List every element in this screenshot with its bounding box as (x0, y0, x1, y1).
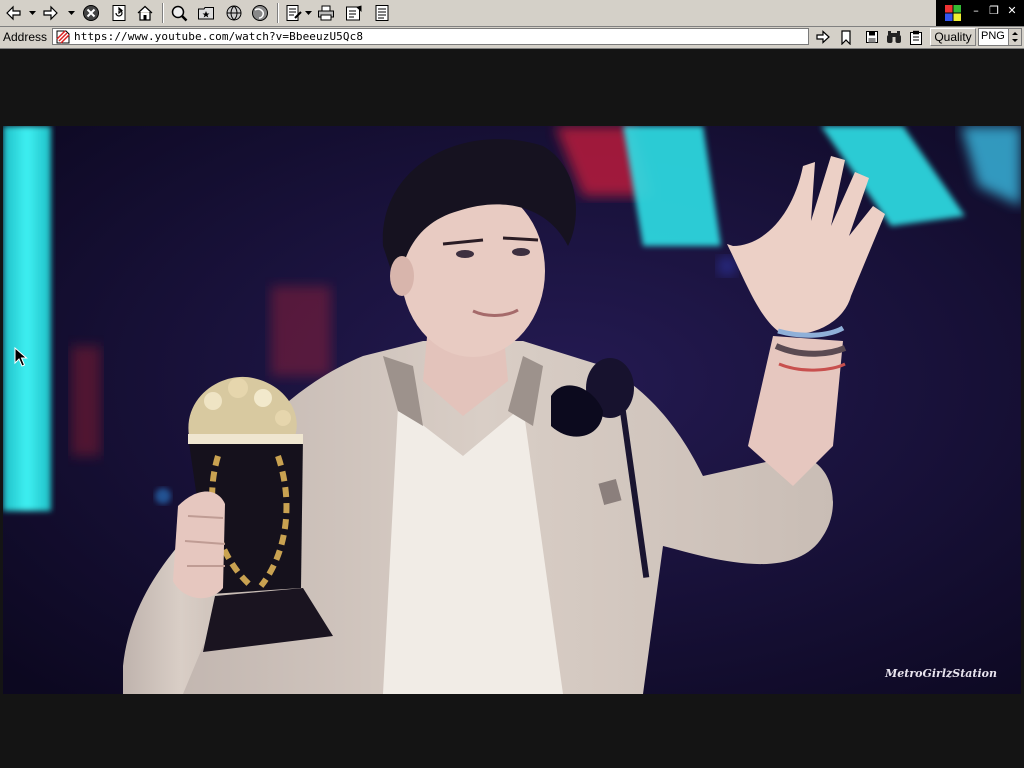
home-button[interactable] (134, 2, 156, 24)
channels-globe-icon (252, 5, 268, 21)
page-icon (375, 5, 389, 21)
close-icon[interactable]: ✕ (1004, 3, 1020, 19)
restore-icon[interactable]: ❐ (986, 3, 1002, 19)
address-label: Address (3, 30, 48, 44)
edit-page-icon (286, 5, 302, 21)
video-frame-image (3, 126, 1021, 694)
mouse-cursor-icon (14, 347, 28, 367)
history-button[interactable] (223, 2, 245, 24)
minimize-icon[interactable]: – (968, 3, 984, 19)
back-dropdown[interactable] (28, 2, 36, 24)
browser-toolbar: – ❐ ✕ (0, 0, 1024, 27)
favorites-button[interactable] (195, 2, 217, 24)
clipboard-button[interactable] (906, 28, 926, 46)
url-field[interactable]: https://www.youtube.com/watch?v=BbeeuzU5… (52, 28, 809, 45)
video-frame[interactable]: MetroGirlzStation (3, 126, 1021, 694)
go-arrow-icon (816, 30, 830, 44)
address-bar: Address https://www.youtube.com/watch?v=… (0, 27, 1024, 49)
spinner-arrows-icon (1012, 32, 1018, 42)
back-arrow-icon (6, 5, 21, 21)
clipboard-icon (910, 30, 922, 45)
video-watermark: MetroGirlzStation (885, 667, 997, 680)
forward-button[interactable] (40, 2, 62, 24)
search-button[interactable] (168, 2, 190, 24)
print-button[interactable] (315, 2, 337, 24)
stop-button[interactable] (80, 2, 102, 24)
discuss-button[interactable] (343, 2, 365, 24)
refresh-icon (112, 5, 126, 21)
broken-page-icon (56, 30, 70, 44)
find-button[interactable] (884, 28, 904, 46)
format-spinner[interactable] (1008, 29, 1021, 45)
chevron-down-icon (304, 10, 312, 15)
edit-button[interactable] (283, 2, 305, 24)
discuss-icon (346, 5, 362, 21)
search-icon (171, 5, 188, 22)
bookmark-icon (841, 29, 851, 45)
format-value: PNG (981, 30, 1005, 42)
window-controls: – ❐ ✕ (936, 0, 1024, 26)
forward-dropdown[interactable] (67, 2, 75, 24)
go-button[interactable] (813, 28, 833, 46)
home-icon (137, 5, 153, 21)
page-button[interactable] (371, 2, 393, 24)
printer-icon (318, 5, 334, 21)
forward-arrow-icon (43, 5, 58, 21)
history-globe-icon (226, 5, 242, 21)
back-button[interactable] (2, 2, 24, 24)
binoculars-icon (887, 31, 901, 43)
toolbar-separator (277, 3, 279, 23)
edit-dropdown[interactable] (304, 2, 312, 24)
toolbar-separator (162, 3, 164, 23)
favorites-folder-icon (198, 7, 214, 20)
chevron-down-icon (28, 10, 36, 15)
save-page-icon (866, 31, 878, 43)
url-text[interactable]: https://www.youtube.com/watch?v=BbeeuzU5… (74, 30, 363, 43)
chevron-down-icon (67, 10, 75, 15)
channels-button[interactable] (249, 2, 271, 24)
bookmark-button[interactable] (836, 28, 856, 46)
format-select[interactable]: PNG (978, 28, 1022, 46)
windows-logo-icon (945, 5, 961, 21)
stop-icon (83, 5, 99, 21)
save-page-button[interactable] (862, 28, 882, 46)
refresh-button[interactable] (108, 2, 130, 24)
quality-button[interactable]: Quality (930, 28, 976, 46)
